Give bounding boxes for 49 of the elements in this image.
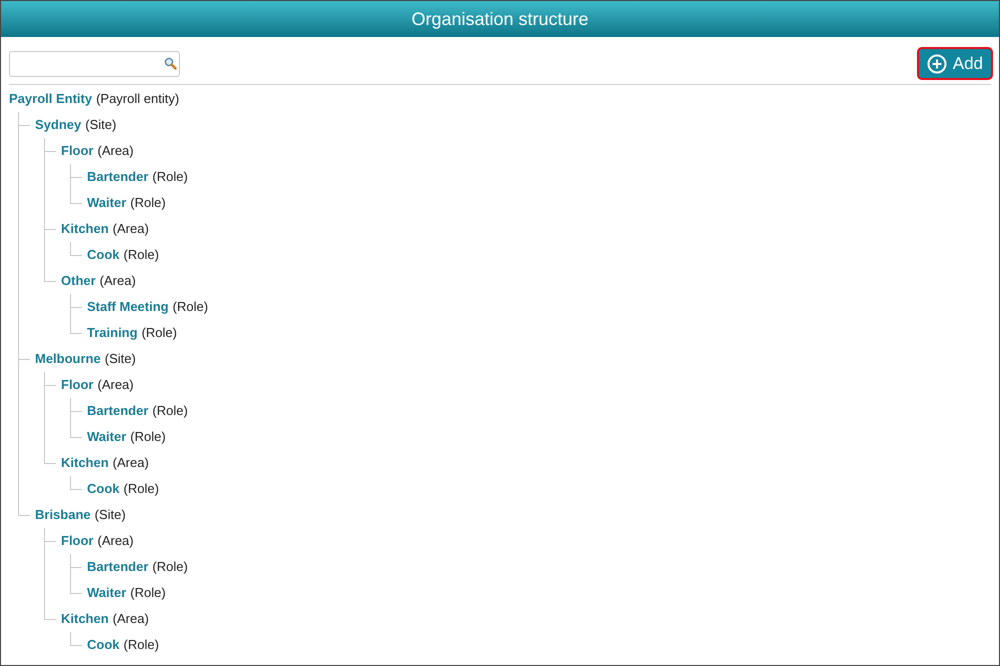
node-type: (Site) xyxy=(85,116,116,134)
node-type: (Role) xyxy=(172,298,208,316)
node-type: (Area) xyxy=(112,610,149,628)
node-link[interactable]: Floor xyxy=(61,531,94,551)
node-type: (Site) xyxy=(94,506,126,524)
node-type: (Role) xyxy=(152,168,188,186)
node-link[interactable]: Staff Meeting xyxy=(87,297,169,317)
node-link[interactable]: Waiter xyxy=(87,193,126,213)
node-link[interactable]: Brisbane xyxy=(35,505,91,525)
node-link[interactable]: Floor xyxy=(61,141,94,161)
node-type: (Payroll entity) xyxy=(96,90,180,108)
node-type: (Area) xyxy=(98,532,134,550)
node-link[interactable]: Waiter xyxy=(87,583,126,603)
node-type: (Role) xyxy=(152,402,188,420)
node-type: (Role) xyxy=(124,246,159,264)
node-type: (Area) xyxy=(112,454,149,472)
node-link[interactable]: Cook xyxy=(87,479,120,499)
node-link[interactable]: Cook xyxy=(87,635,120,655)
node-type: (Role) xyxy=(152,558,188,576)
window-title: Organisation structure xyxy=(411,8,589,31)
node-link[interactable]: Payroll Entity xyxy=(9,89,92,109)
node-type: (Role) xyxy=(124,636,159,654)
node-link[interactable]: Melbourne xyxy=(35,349,101,369)
node-link[interactable]: Sydney xyxy=(35,115,82,135)
node-type: (Area) xyxy=(98,376,134,394)
search-field[interactable] xyxy=(9,50,180,76)
node-link[interactable]: Bartender xyxy=(87,167,148,187)
node-link[interactable]: Kitchen xyxy=(61,219,109,239)
node-link[interactable]: Floor xyxy=(61,375,94,395)
node-link[interactable]: Kitchen xyxy=(61,453,109,473)
node-type: (Site) xyxy=(104,350,136,368)
node-type: (Role) xyxy=(142,324,177,342)
plus-circle-icon xyxy=(926,54,947,74)
add-button[interactable]: Add xyxy=(916,47,993,80)
search-icon xyxy=(164,57,177,70)
node-link[interactable]: Other xyxy=(61,271,96,291)
node-link[interactable]: Bartender xyxy=(87,557,148,577)
node-link[interactable]: Training xyxy=(87,323,138,343)
node-link[interactable]: Bartender xyxy=(87,401,148,421)
node-type: (Area) xyxy=(98,142,134,160)
node-type: (Area) xyxy=(112,220,149,238)
node-type: (Role) xyxy=(124,480,159,498)
node-type: (Role) xyxy=(130,584,166,602)
node-link[interactable]: Kitchen xyxy=(61,609,109,629)
node-type: (Area) xyxy=(100,272,136,290)
node-link[interactable]: Cook xyxy=(87,245,120,265)
node-type: (Role) xyxy=(130,194,166,212)
node-link[interactable]: Waiter xyxy=(87,427,126,447)
node-type: (Role) xyxy=(130,428,166,446)
